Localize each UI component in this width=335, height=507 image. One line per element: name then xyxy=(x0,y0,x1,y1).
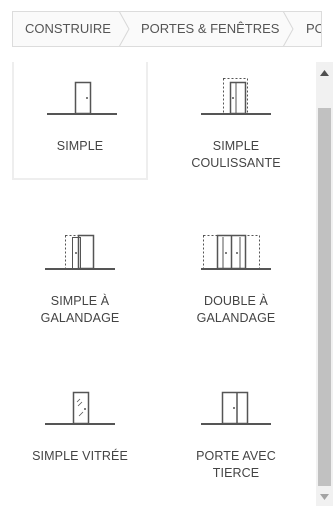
door-with-side-panel-icon xyxy=(201,391,271,425)
door-type-label: DOUBLE À GALANDAGE xyxy=(196,294,276,325)
breadcrumb-separator-icon xyxy=(282,12,294,46)
simple-door-icon xyxy=(47,81,117,115)
glazed-door-icon xyxy=(45,391,115,425)
breadcrumb-item-current[interactable]: PO xyxy=(306,12,321,46)
breadcrumb-item-portes-fenetres[interactable]: PORTES & FENÊTRES xyxy=(141,12,279,46)
breadcrumb-item-construire[interactable]: CONSTRUIRE xyxy=(25,12,111,46)
door-type-label: SIMPLE VITRÉE xyxy=(32,449,128,463)
scroll-down-arrow-icon xyxy=(320,493,329,500)
door-type-label: SIMPLE À GALANDAGE xyxy=(40,294,120,325)
door-type-double-a-galandage[interactable]: DOUBLE À GALANDAGE xyxy=(168,217,304,335)
scroll-down-button[interactable] xyxy=(316,488,333,505)
door-type-label: PORTE AVEC TIERCE xyxy=(196,449,276,480)
door-type-porte-avec-tierce[interactable]: PORTE AVEC TIERCE xyxy=(168,372,304,490)
sliding-door-icon xyxy=(201,78,271,115)
door-type-simple-coulissante[interactable]: SIMPLE COULISSANTE xyxy=(168,62,304,180)
vertical-scrollbar[interactable] xyxy=(316,62,333,506)
breadcrumb-separator-icon xyxy=(118,12,130,46)
door-type-grid: SIMPLE SIMPLE COULISSANTE SIMPLE À GALAN… xyxy=(12,62,312,507)
door-type-label: SIMPLE xyxy=(56,139,104,153)
pocket-door-icon xyxy=(45,234,115,270)
breadcrumb: CONSTRUIRE PORTES & FENÊTRES PO xyxy=(12,11,322,47)
double-pocket-door-icon xyxy=(201,234,271,270)
door-type-simple-a-galandage[interactable]: SIMPLE À GALANDAGE xyxy=(12,217,148,335)
door-type-simple-vitree[interactable]: SIMPLE VITRÉE xyxy=(12,372,148,490)
scrollbar-thumb[interactable] xyxy=(318,108,331,486)
scroll-up-button[interactable] xyxy=(316,64,333,81)
door-type-simple[interactable]: SIMPLE xyxy=(12,62,148,180)
door-type-label: SIMPLE COULISSANTE xyxy=(191,139,281,170)
scroll-up-arrow-icon xyxy=(320,69,329,76)
